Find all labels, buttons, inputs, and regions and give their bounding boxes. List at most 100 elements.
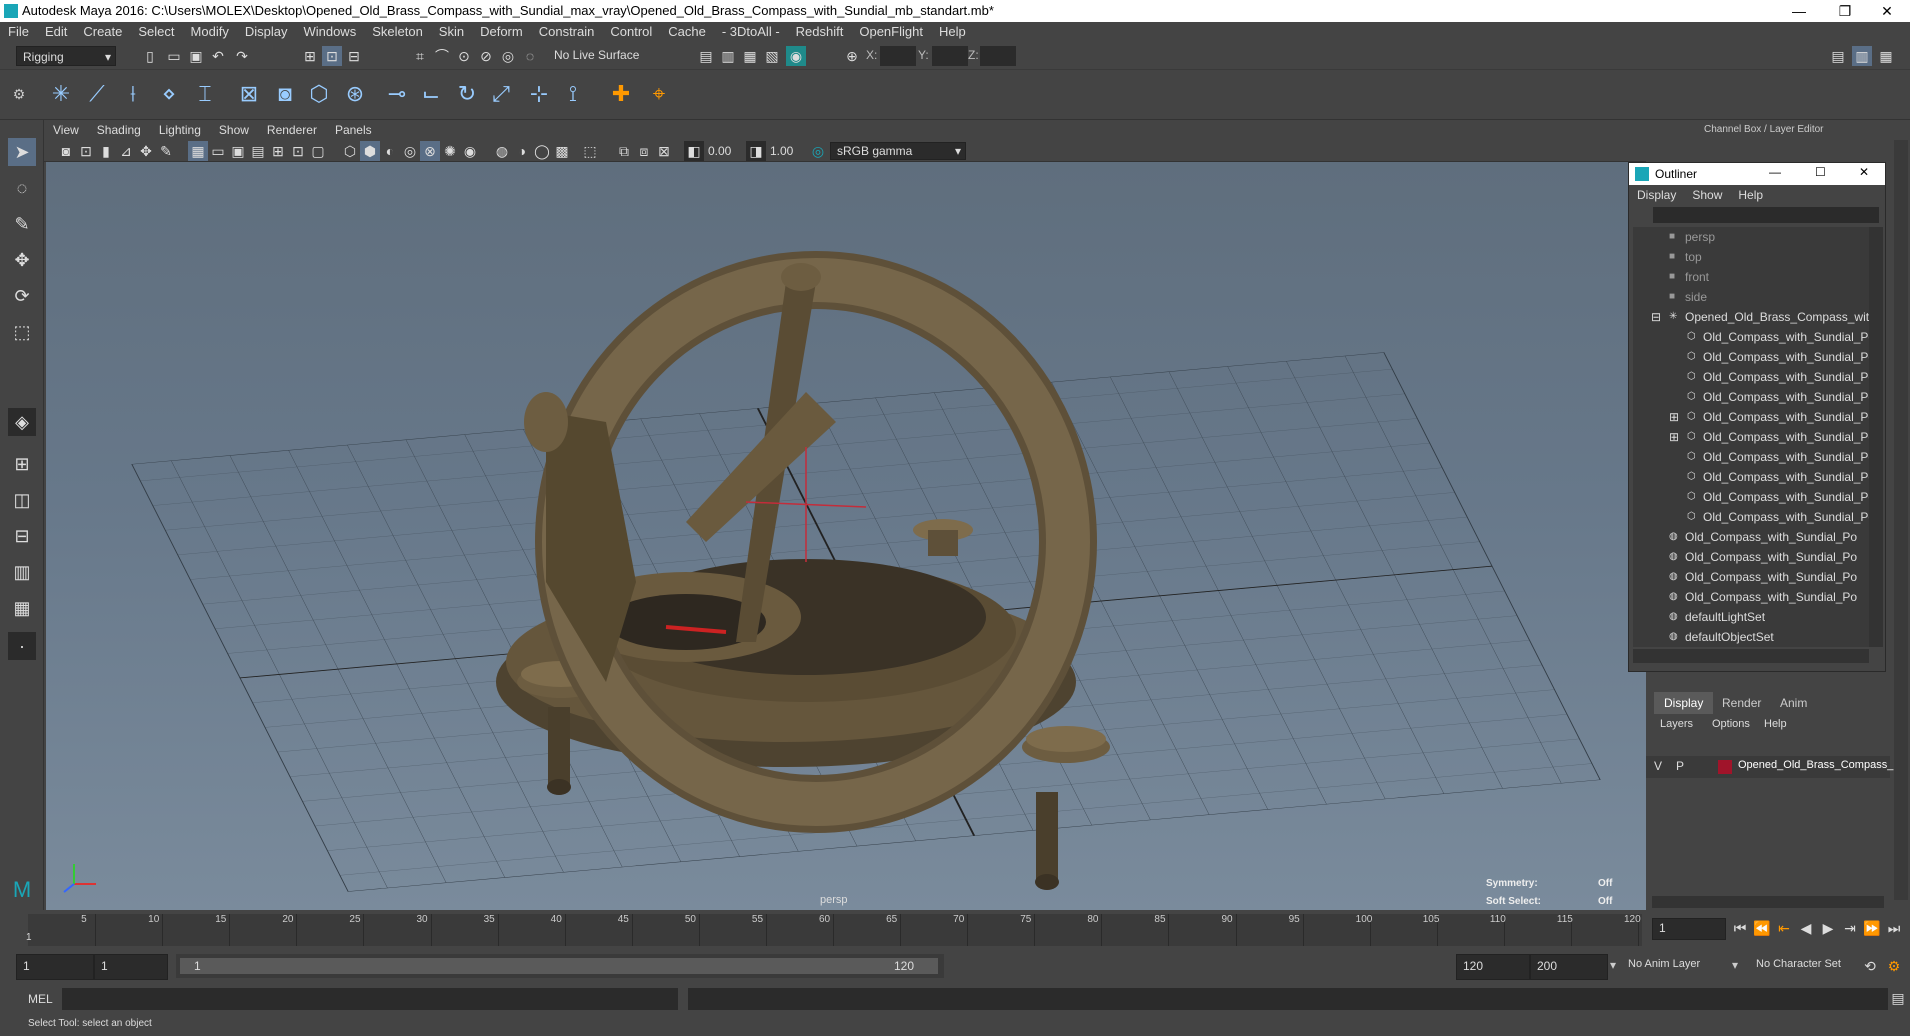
outliner-item[interactable]: ⬡ Old_Compass_with_Sundial_Po ⊞ (1633, 407, 1869, 427)
persp-graph-icon[interactable]: ▥ (8, 558, 36, 586)
wireframe-on-shaded-icon[interactable]: ◐ (380, 141, 400, 161)
command-input[interactable] (62, 988, 678, 1010)
panel-menu-5[interactable]: Panels (326, 120, 381, 140)
xray-active-icon[interactable]: ⧈ (634, 141, 654, 161)
select-hierarchy-icon[interactable]: ⊞ (300, 46, 320, 66)
step-back-icon[interactable]: ⏪ (1752, 918, 1772, 938)
outliner-item[interactable]: ⬡ Old_Compass_with_Sundial_Po (1633, 507, 1869, 527)
character-set-chevron-icon[interactable]: ▾ (1732, 958, 1738, 972)
outliner-item[interactable]: ■ top (1633, 247, 1869, 267)
menu-12[interactable]: Cache (660, 22, 714, 42)
outliner-item[interactable]: ◍ defaultLightSet (1633, 607, 1869, 627)
joint-tool-icon[interactable]: ✳ (44, 76, 78, 112)
time-slider[interactable]: 5 10 15 20 25 30 35 40 45 50 55 60 65 70 75 80 85 90 95 100… (0, 910, 1910, 950)
outliner-item[interactable]: ■ persp (1633, 227, 1869, 247)
layer-hscrollbar[interactable] (1652, 896, 1884, 908)
render-settings-icon[interactable]: ▧ (762, 46, 782, 66)
select-tool-icon[interactable]: ➤ (8, 138, 36, 166)
layer-tab-0[interactable]: Display (1654, 692, 1714, 714)
xray-joints-icon[interactable]: ⧉ (614, 141, 634, 161)
live-surface-icon[interactable]: ◌ (520, 46, 540, 66)
range-bar-handle[interactable]: 1 120 (180, 958, 938, 974)
tool-settings-icon[interactable]: ▦ (1876, 46, 1896, 66)
ik-handle-icon[interactable]: ⟋ (80, 76, 114, 112)
outliner-search-input[interactable] (1653, 207, 1879, 223)
scale-tool-icon[interactable]: ⬚ (8, 318, 36, 346)
outliner-minimize-button[interactable]: — (1769, 165, 1781, 179)
move-tool-icon[interactable]: ✥ (8, 246, 36, 274)
four-view-icon[interactable]: ⊞ (8, 450, 36, 478)
menu-4[interactable]: Modify (183, 22, 237, 42)
snap-curve-icon[interactable]: ⌒ (432, 46, 452, 66)
x-field[interactable] (880, 46, 916, 66)
use-all-lights-icon[interactable]: ⊗ (420, 141, 440, 161)
anim-layer-label[interactable]: No Anim Layer (1628, 958, 1700, 970)
shadows-icon[interactable]: ✺ (440, 141, 460, 161)
menu-16[interactable]: Help (931, 22, 974, 42)
save-scene-icon[interactable]: ▣ (186, 46, 206, 66)
outliner-item[interactable]: ◍ defaultObjectSet (1633, 627, 1869, 647)
panel-menu-4[interactable]: Renderer (258, 120, 326, 140)
go-to-start-icon[interactable]: ⏮ (1730, 918, 1750, 938)
safe-action-icon[interactable]: ⊡ (288, 141, 308, 161)
play-forward-icon[interactable]: ▶ (1818, 918, 1838, 938)
menu-15[interactable]: OpenFlight (851, 22, 931, 42)
script-editor-icon[interactable]: ▤ (1888, 988, 1908, 1008)
outliner-menu-2[interactable]: Help (1730, 185, 1771, 205)
menu-10[interactable]: Constrain (531, 22, 603, 42)
step-forward-icon[interactable]: ⏩ (1862, 918, 1882, 938)
exposure-icon[interactable]: ◧ (684, 141, 704, 161)
rotate-tool-icon[interactable]: ⟳ (8, 282, 36, 310)
menu-5[interactable]: Display (237, 22, 296, 42)
new-scene-icon[interactable]: ▯ (140, 46, 160, 66)
color-space-dropdown[interactable]: sRGB gamma ▾ (830, 142, 966, 160)
field-chart-icon[interactable]: ⊞ (268, 141, 288, 161)
outliner-item[interactable]: ■ front (1633, 267, 1869, 287)
perspective-viewport[interactable]: persp Symmetry: Off Soft Select: Off (46, 162, 1646, 910)
locator-icon[interactable]: ✚ (604, 76, 638, 112)
menu-9[interactable]: Deform (472, 22, 531, 42)
outliner-item[interactable]: ◍ Old_Compass_with_Sundial_Po (1633, 587, 1869, 607)
channel-box-toggle-icon[interactable]: ▥ (1852, 46, 1872, 66)
anim-layer-chevron-icon[interactable]: ▾ (1610, 958, 1616, 972)
layer-visibility-toggle[interactable]: V (1654, 759, 1662, 773)
control-curve-icon[interactable]: ⌖ (642, 76, 676, 112)
aim-constraint-icon[interactable]: ⊹ (522, 76, 556, 112)
image-plane-icon[interactable]: ⊿ (116, 141, 136, 161)
expand-toggle-icon[interactable]: ⊞ (1669, 407, 1679, 427)
animation-prefs-icon[interactable]: ⚙ (1884, 956, 1904, 976)
step-back-key-icon[interactable]: ⇤ (1774, 918, 1794, 938)
playback-start-field[interactable]: 1 (94, 954, 168, 980)
xray-icon[interactable]: ▩ (552, 141, 572, 161)
orient-constraint-icon[interactable]: ↻ (450, 76, 484, 112)
two-d-pan-icon[interactable]: ✥ (136, 141, 156, 161)
layer-menu-0[interactable]: Layers (1660, 718, 1693, 730)
gate-mask-icon[interactable]: ▤ (248, 141, 268, 161)
side-by-side-icon[interactable]: ◫ (8, 486, 36, 514)
motion-blur-icon[interactable]: ◍ (492, 141, 512, 161)
bookmark-icon[interactable]: ▮ (96, 141, 116, 161)
layer-tab-1[interactable]: Render (1712, 692, 1771, 714)
redo-icon[interactable]: ↷ (232, 46, 252, 66)
menu-3[interactable]: Select (130, 22, 182, 42)
color-management-icon[interactable]: ◎ (808, 141, 828, 161)
menu-0[interactable]: File (0, 22, 37, 42)
menu-8[interactable]: Skin (431, 22, 472, 42)
ipr-render-icon[interactable]: ▦ (740, 46, 760, 66)
outliner-item[interactable]: ◍ Old_Compass_with_Sundial_Po (1633, 547, 1869, 567)
outliner-item[interactable]: ⬡ Old_Compass_with_Sundial_Po (1633, 487, 1869, 507)
scale-constraint-icon[interactable]: ⤢ (484, 76, 518, 112)
attribute-editor-strip[interactable] (1894, 140, 1908, 900)
live-surface-label[interactable]: No Live Surface (554, 48, 639, 62)
z-field[interactable] (980, 46, 1016, 66)
lasso-tool-icon[interactable]: ◌ (8, 174, 36, 202)
outliner-item[interactable]: ⬡ Old_Compass_with_Sundial_Po (1633, 387, 1869, 407)
point-constraint-icon[interactable]: ⌙ (414, 76, 448, 112)
menu-14[interactable]: Redshift (788, 22, 852, 42)
textured-icon[interactable]: ◎ (400, 141, 420, 161)
snap-view-icon[interactable]: ⊘ (476, 46, 496, 66)
anti-aliasing-icon[interactable]: ◑ (512, 141, 532, 161)
play-back-icon[interactable]: ◀ (1796, 918, 1816, 938)
minimize-button[interactable]: — (1776, 0, 1822, 22)
range-bar-track[interactable]: 1 120 (176, 954, 944, 978)
